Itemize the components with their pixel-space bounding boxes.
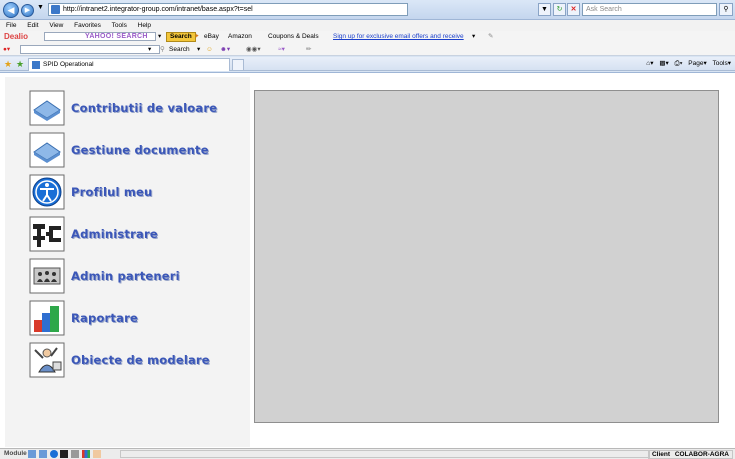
page-icon	[51, 5, 60, 14]
modeling-icon	[29, 342, 65, 378]
menu-item-gestiune[interactable]: Gestiune documente	[29, 132, 254, 168]
menu-item-label: Gestiune documente	[71, 143, 209, 157]
pen-icon[interactable]: ✎	[488, 31, 493, 43]
address-dropdown-button[interactable]: ▼	[538, 3, 551, 16]
menu-tools[interactable]: Tools	[112, 22, 127, 29]
folder-icon	[29, 90, 65, 126]
secondary-toolbar: ●▾ ▾ ⚲ Search ▾ ☺ ☻▾ ◉◉▾ ≈▾ ✏	[0, 43, 735, 56]
folder-icon[interactable]	[28, 450, 36, 458]
amazon-link[interactable]: Amazon	[228, 31, 252, 43]
browser-search-input[interactable]: Ask Search	[582, 3, 717, 16]
coupons-link[interactable]: Coupons & Deals	[268, 31, 319, 43]
dealio-logo[interactable]: Dealio	[4, 31, 28, 43]
menu-item-contributii[interactable]: Contributii de valoare	[29, 90, 254, 126]
toolbar-search-label[interactable]: Search	[169, 43, 190, 56]
client-indicator: Client COLABOR-AGRA	[647, 450, 733, 459]
tab-bar: ★ ★ SPID Operational ⌂▾ ▩▾ ⎙▾ Page▾ Tool…	[0, 57, 735, 71]
menu-bar: File Edit View Favorites Tools Help	[0, 20, 735, 31]
module-icons	[28, 450, 102, 458]
address-field[interactable]: http://intranet2.integrator-group.com/in…	[48, 3, 408, 16]
signup-link[interactable]: Sign up for exclusive email offers and r…	[333, 31, 464, 43]
wave-icon[interactable]: ≈▾	[278, 43, 285, 56]
menu-item-label: Raportare	[71, 311, 138, 325]
star-icon[interactable]: ✦	[194, 31, 199, 43]
menu-item-profil[interactable]: Profilul meu	[29, 174, 254, 210]
yahoo-search-input[interactable]: YAHOO! SEARCH	[44, 32, 156, 41]
menu-item-raportare[interactable]: Raportare	[29, 300, 254, 336]
emoticon-icon[interactable]: ☻▾	[220, 43, 230, 56]
toolbar-search-input[interactable]	[20, 45, 160, 54]
page-menu[interactable]: Page▾	[688, 60, 706, 67]
address-bar-row: ◀ ▶ ▼ http://intranet2.integrator-group.…	[0, 0, 735, 20]
dropdown-icon[interactable]: ▾	[158, 31, 161, 43]
add-favorites-icon[interactable]: ★	[16, 59, 24, 69]
modeling-icon[interactable]	[92, 450, 101, 458]
menu-item-admin-parteneri[interactable]: Admin parteneri	[29, 258, 254, 294]
menu-item-label: Contributii de valoare	[71, 101, 218, 115]
toolbar-search-button[interactable]: Search	[166, 32, 196, 42]
bar-chart-icon	[29, 300, 65, 336]
dropdown-icon[interactable]: ▾	[197, 43, 200, 56]
status-text-area	[120, 450, 650, 458]
menu-help[interactable]: Help	[138, 22, 151, 29]
pencil-icon[interactable]: ✏	[306, 43, 311, 56]
refresh-button[interactable]: ↻	[553, 3, 566, 16]
feeds-icon[interactable]: ▩▾	[659, 60, 668, 67]
tools-menu[interactable]: Tools▾	[713, 60, 731, 67]
tools-icon[interactable]	[60, 450, 69, 458]
module-label: Module	[4, 450, 27, 457]
back-button[interactable]: ◀	[3, 2, 19, 18]
command-bar: ⌂▾ ▩▾ ⎙▾ Page▾ Tools▾	[646, 57, 731, 71]
tab-page-icon	[32, 61, 40, 69]
search-go-icon[interactable]: ⚲	[719, 3, 733, 16]
menu-view[interactable]: View	[49, 22, 63, 29]
menu-item-label: Profilul meu	[71, 185, 153, 199]
menu-edit[interactable]: Edit	[27, 22, 38, 29]
dropdown-icon[interactable]: ▾	[472, 31, 475, 43]
history-dropdown-icon[interactable]: ▼	[37, 4, 44, 11]
print-icon[interactable]: ⎙▾	[675, 60, 683, 67]
bar-chart-icon[interactable]	[82, 450, 91, 458]
menu-favorites[interactable]: Favorites	[74, 22, 101, 29]
dropdown-icon[interactable]: ▾	[148, 43, 151, 56]
menu-item-label: Obiecte de modelare	[71, 353, 210, 367]
ebay-link[interactable]: eBay	[204, 31, 219, 43]
tools-icon	[29, 216, 65, 252]
partners-icon[interactable]	[71, 450, 80, 458]
folder-icon[interactable]	[38, 450, 47, 458]
search-icon: ⚲	[160, 46, 165, 53]
dealio-toolbar: Dealio YAHOO! SEARCH ▾ Search ✦ eBay Ama…	[0, 31, 735, 43]
yahoo-search-logo: YAHOO! SEARCH	[85, 33, 148, 40]
content-area	[254, 90, 719, 423]
partners-icon	[29, 258, 65, 294]
menu-file[interactable]: File	[6, 22, 16, 29]
stop-button[interactable]: ✕	[567, 3, 580, 16]
favorites-star-icon[interactable]: ★	[4, 59, 12, 69]
menu-item-label: Administrare	[71, 227, 158, 241]
tab-spid-operational[interactable]: SPID Operational	[28, 58, 230, 71]
forward-button[interactable]: ▶	[21, 4, 34, 17]
menu-item-obiecte[interactable]: Obiecte de modelare	[29, 342, 254, 378]
accessibility-person-icon	[29, 174, 65, 210]
accessibility-person-icon[interactable]	[49, 450, 58, 458]
page-content: Contributii de valoare Gestiune document…	[0, 72, 735, 448]
home-icon[interactable]: ⌂▾	[646, 60, 653, 67]
status-bar: Module Client COLABOR-AGRA	[0, 448, 735, 459]
menu-item-administrare[interactable]: Administrare	[29, 216, 254, 252]
folder-icon	[29, 132, 65, 168]
smiley-icon[interactable]: ☺	[206, 43, 213, 56]
menu-item-label: Admin parteneri	[71, 269, 180, 283]
glasses-icon[interactable]: ◉◉▾	[246, 43, 261, 56]
toolbar-logo-icon[interactable]: ●▾	[3, 43, 10, 56]
new-tab-button[interactable]	[232, 59, 244, 71]
